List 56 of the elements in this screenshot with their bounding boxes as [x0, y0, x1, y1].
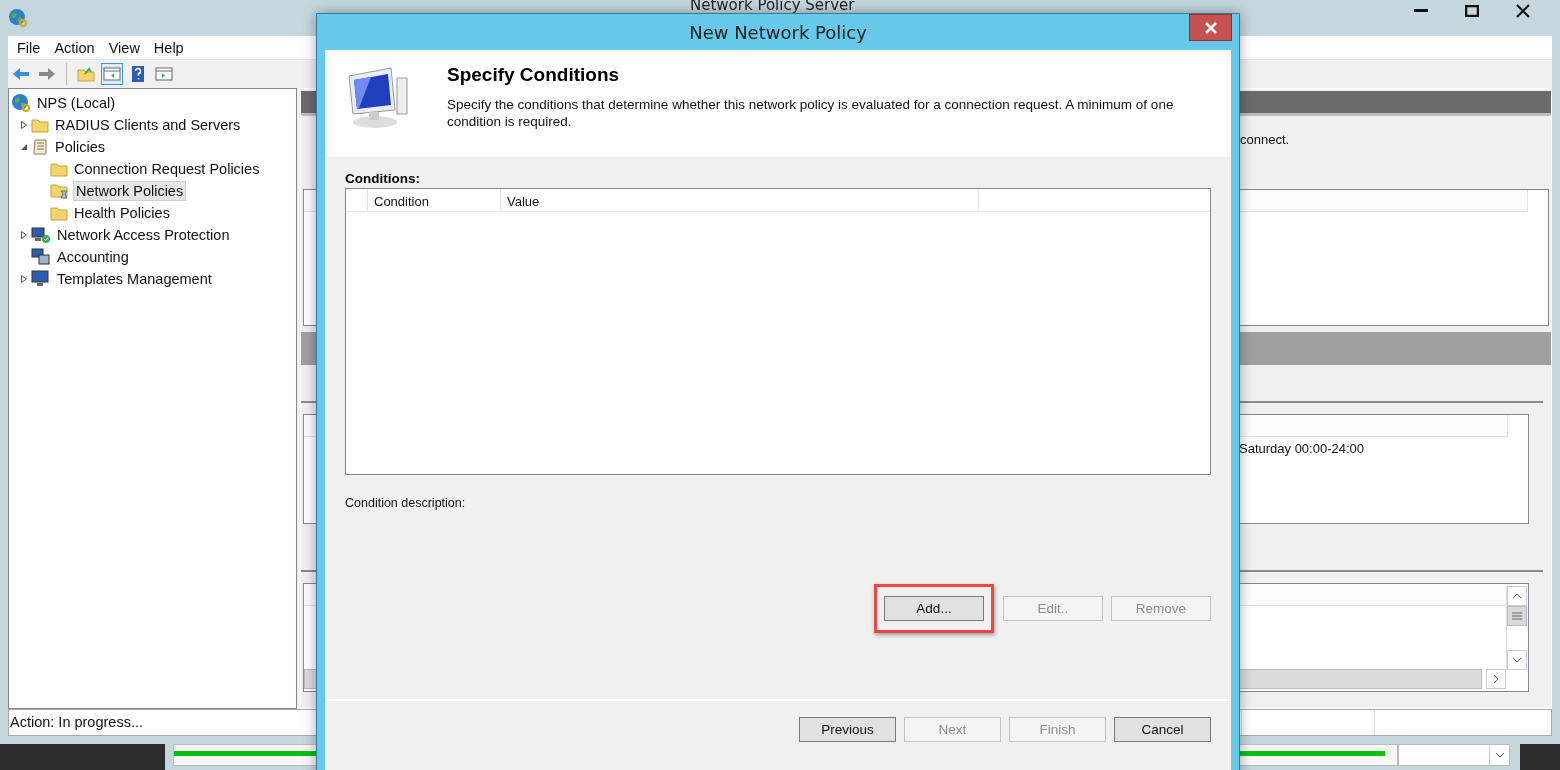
minimize-icon[interactable]	[1414, 9, 1428, 13]
tree-item[interactable]: Templates Management	[54, 269, 215, 289]
menu-item[interactable]: Help	[146, 39, 191, 56]
page-heading: Specify Conditions	[447, 64, 621, 86]
page-description: Specify the conditions that determine whether this network policy is evaluated for a connection request. A minimum of one condition is required.	[447, 96, 1175, 130]
wizard-button[interactable]: Previous	[799, 717, 896, 742]
help-icon[interactable]	[131, 65, 145, 83]
menu-item[interactable]: File	[10, 39, 48, 56]
scroll-up-icon[interactable]	[1512, 593, 1522, 599]
tree-item[interactable]: Health Policies	[71, 203, 173, 223]
folder-icon	[50, 205, 68, 221]
dropdown-field[interactable]	[1398, 744, 1511, 766]
tree-item[interactable]: Policies	[52, 137, 108, 157]
scroll-right-icon[interactable]	[1493, 674, 1499, 684]
folder-icon	[50, 182, 70, 200]
vertical-scrollbar[interactable]	[1506, 586, 1526, 670]
back-arrow-icon[interactable]	[12, 67, 30, 81]
status-text: Action: In progress...	[9, 713, 144, 732]
tree-item[interactable]: NPS (Local)	[34, 93, 119, 113]
wizard-button[interactable]: Cancel	[1114, 717, 1211, 742]
maximize-icon[interactable]	[1465, 5, 1479, 17]
dropdown-caret-icon[interactable]	[1494, 752, 1505, 758]
menu-item[interactable]: View	[101, 39, 147, 56]
folder-icon	[50, 161, 68, 177]
dialog-title: New Network Policy	[689, 21, 867, 43]
close-icon	[1204, 21, 1217, 34]
scroll-down-icon[interactable]	[1512, 657, 1522, 663]
tree-item[interactable]: RADIUS Clients and Servers	[52, 115, 244, 135]
close-icon[interactable]	[1516, 4, 1530, 18]
taskbar-panel	[1520, 744, 1560, 770]
folder-icon	[31, 117, 49, 133]
computers-icon	[31, 248, 51, 266]
scroll-icon	[31, 138, 49, 156]
description-label: Condition description:	[345, 496, 467, 510]
scroll-thumb-icon[interactable]	[1512, 612, 1522, 620]
table-cell-text: Saturday 00:00-24:00	[1238, 440, 1366, 456]
tree-item[interactable]: Connection Request Policies	[71, 159, 263, 179]
menu-item[interactable]: Action	[47, 39, 102, 56]
expanded-caret-icon[interactable]	[20, 143, 28, 151]
tree-item[interactable]: Network Policies	[73, 181, 187, 201]
action-pane-icon[interactable]	[155, 67, 173, 81]
collapsed-caret-icon[interactable]	[20, 231, 28, 239]
close-button[interactable]	[1189, 14, 1232, 41]
collapsed-caret-icon[interactable]	[20, 275, 28, 283]
tree-item[interactable]: Accounting	[54, 247, 132, 267]
action-button[interactable]: Add...	[884, 595, 984, 621]
forward-arrow-icon[interactable]	[38, 67, 56, 81]
monitor-icon	[31, 270, 51, 288]
collapsed-caret-icon[interactable]	[20, 121, 28, 129]
conditions-label: Conditions:	[345, 171, 421, 186]
computer-icon	[31, 226, 51, 244]
description-text: connect.	[1240, 132, 1290, 147]
console-tree-icon[interactable]	[103, 67, 121, 81]
tree-item[interactable]: Network Access Protection	[54, 225, 233, 245]
globe-icon	[11, 93, 31, 113]
globe-icon	[8, 8, 28, 28]
